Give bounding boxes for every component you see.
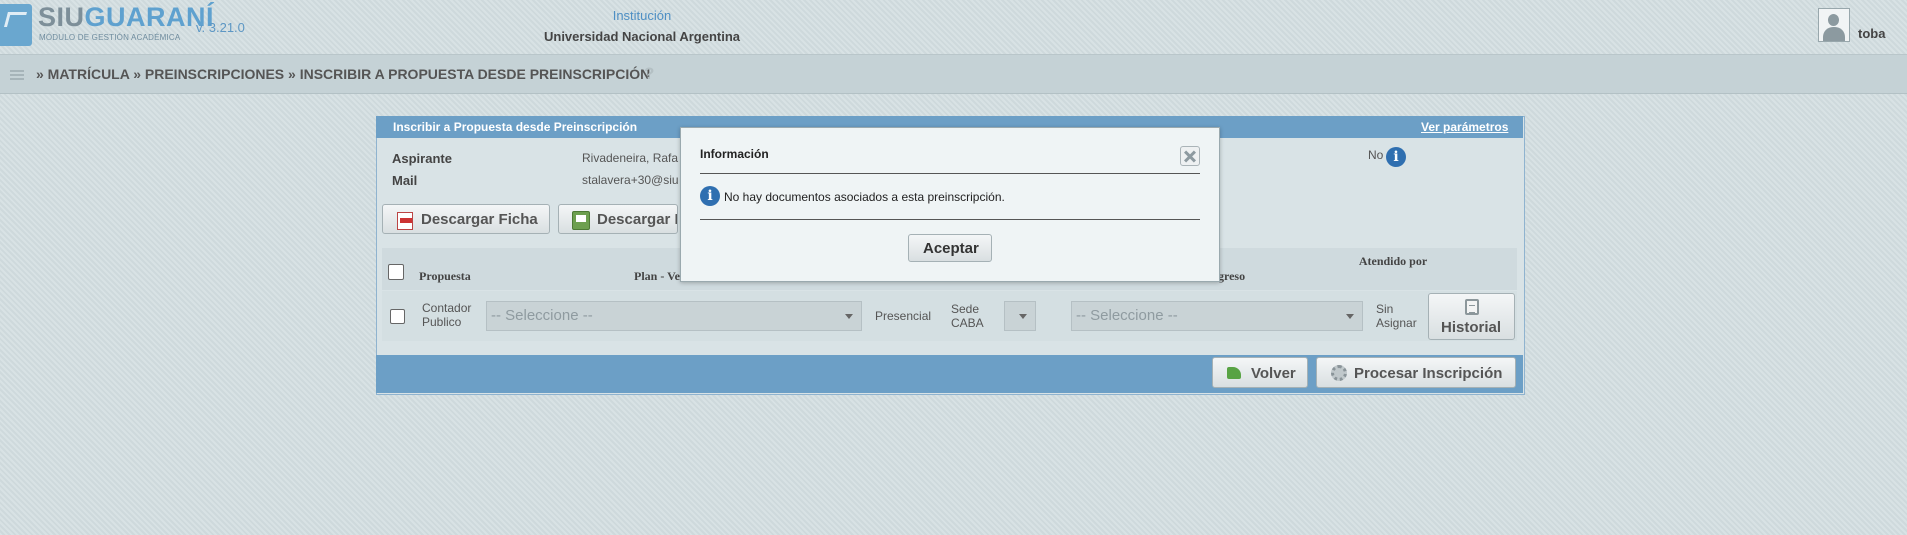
dialog-divider — [700, 219, 1200, 220]
help-icon[interactable]: ? — [644, 64, 662, 84]
ingreso-select[interactable]: -- Seleccione -- — [1071, 301, 1363, 331]
sede-select[interactable] — [1004, 301, 1036, 331]
row-modalidad: Presencial — [875, 309, 932, 323]
dialog-message: No hay documentos asociados a esta prein… — [724, 190, 1005, 204]
info-icon[interactable]: i — [1386, 147, 1406, 167]
user-avatar-icon[interactable] — [1818, 8, 1850, 42]
descargar-ficha-label: Descargar Ficha — [421, 211, 538, 228]
descargar-ficha-button[interactable]: Descargar Ficha — [382, 204, 550, 234]
breadcrumb: » MATRÍCULA » PREINSCRIPCIONES » INSCRIB… — [36, 66, 651, 82]
column-header-propuesta: Propuesta — [419, 269, 471, 283]
flag-value: No — [1368, 148, 1384, 162]
pdf-icon — [397, 212, 413, 230]
close-icon[interactable] — [1180, 146, 1200, 166]
volver-button[interactable]: Volver — [1212, 357, 1308, 388]
aspirante-value: Rivadeneira, Rafa — [582, 151, 679, 165]
form-icon — [572, 211, 590, 230]
mail-value: stalavera+30@siu — [582, 173, 679, 187]
procesar-inscripcion-label: Procesar Inscripción — [1354, 365, 1503, 382]
column-header-plan: Plan - Ve — [634, 269, 681, 283]
chevron-down-icon — [1346, 314, 1354, 319]
plan-select-value: -- Seleccione -- — [491, 307, 593, 324]
volver-label: Volver — [1251, 365, 1296, 382]
ver-parametros-link[interactable]: Ver parámetros — [1421, 120, 1508, 134]
mail-label: Mail — [392, 173, 418, 188]
row-propuesta: Contador Publico — [422, 301, 472, 329]
column-header-atendido: Atendido por — [1358, 254, 1428, 268]
descargar-formulario-label: Descargar F — [597, 211, 678, 228]
chevron-down-icon — [1019, 314, 1027, 319]
procesar-inscripcion-button[interactable]: Procesar Inscripción — [1316, 357, 1516, 388]
ingreso-select-value: -- Seleccione -- — [1076, 307, 1178, 324]
dialog-divider — [700, 173, 1200, 174]
aceptar-label: Aceptar — [923, 240, 979, 257]
row-checkbox[interactable] — [390, 309, 405, 324]
menu-icon[interactable] — [10, 70, 24, 80]
gear-icon — [1331, 365, 1347, 381]
row-sede: Sede CABA — [951, 302, 984, 330]
institution-label: Institución — [612, 8, 672, 23]
descargar-formulario-button[interactable]: Descargar F — [558, 204, 678, 234]
select-all-checkbox[interactable] — [388, 264, 404, 280]
aceptar-button[interactable]: Aceptar — [908, 234, 992, 262]
history-icon — [1465, 299, 1479, 315]
info-icon: i — [700, 186, 720, 206]
column-header-ingreso: greso — [1218, 269, 1246, 283]
aspirante-label: Aspirante — [392, 151, 452, 166]
dialog-title: Información — [700, 147, 769, 161]
historial-label: Historial — [1441, 319, 1502, 336]
institution-name: Universidad Nacional Argentina — [543, 29, 740, 44]
chevron-down-icon — [845, 314, 853, 319]
historial-button[interactable]: Historial — [1428, 293, 1515, 340]
plan-select[interactable]: -- Seleccione -- — [486, 301, 862, 331]
panel-title: Inscribir a Propuesta desde Preinscripci… — [393, 120, 638, 134]
username[interactable]: toba — [1858, 26, 1885, 41]
back-arrow-icon — [1227, 367, 1241, 379]
row-atendido: Sin Asignar — [1376, 302, 1417, 330]
